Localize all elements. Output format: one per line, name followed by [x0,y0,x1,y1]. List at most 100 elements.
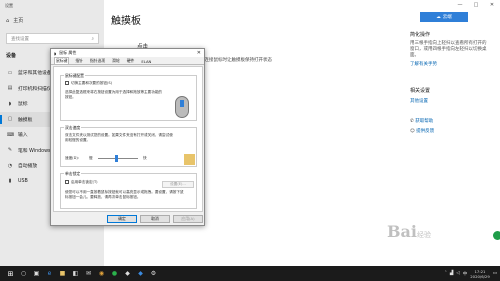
tab-hardware[interactable]: 硬件 [126,58,136,64]
cancel-button[interactable]: 取消 [140,215,170,223]
chevron-up-icon[interactable]: ˄ [445,271,447,276]
click-lock-settings-button[interactable]: 设置(E)... [162,181,194,188]
slow-label: 慢 [89,156,93,160]
search-input[interactable]: 查找设置 ⌕ [6,33,99,44]
slider-thumb[interactable] [114,155,118,162]
search-icon: ⌕ [91,36,94,42]
pen-icon: ✎ [7,147,13,154]
clock-date: 2020/6/29 [470,273,490,279]
tab-pointer-options[interactable]: 指针选项 [89,58,106,64]
app-icon[interactable]: ◆ [121,266,134,281]
tab-pointers[interactable]: 指针 [74,58,84,64]
gestures-link[interactable]: 了解有关手势 [410,61,490,67]
maximize-button[interactable]: □ [468,0,484,10]
explorer-icon[interactable]: ■ [56,266,69,281]
related-settings-title: 相关设置 [410,88,431,94]
sidebar-item-label: 鼠标 [18,102,28,108]
search-placeholder: 查找设置 [11,36,29,42]
edge-icon[interactable]: e [43,266,56,281]
button-config-description: 选择此复选框来将右按钮设置为用于选择和拖放等主要功能的按钮。 [65,90,163,99]
close-button[interactable]: ✕ [484,0,500,10]
related-settings-panel: 相关设置 其他设置 [410,87,430,104]
volume-icon[interactable]: ◁ [456,271,459,276]
touchpad-mouse-option[interactable]: 在连接鼠标时让触摸板保持打开状态 [200,57,272,63]
taskbar: ⊞ ○ ▣ e ■ ◧ ✉ ◉ ● ◆ ◆ ⚙ ˄ ▟ ◁ 中 17:21 20… [0,266,500,281]
app-icon[interactable]: ◆ [134,266,147,281]
quick-actions-panel: 简化操作 用三根手指向上轻扫以查看所有打开的窗口，或用四根手指向左轻扫以切换桌面… [410,31,490,67]
help-panel: ✆ 获取帮助 ☺ 提供反馈 [410,118,434,134]
feedback-label: 提供反馈 [416,129,435,134]
wechat-icon[interactable]: ● [108,266,121,281]
speed-label: 速度(D): [65,156,79,160]
notification-icon[interactable]: ▭ [493,271,497,276]
taskbar-clock[interactable]: 17:21 2020/6/29 [470,269,489,279]
dialog-titlebar: ◗ 鼠标 属性 [51,49,204,57]
task-view-icon[interactable]: ▣ [30,266,43,281]
start-icon[interactable]: ⊞ [4,266,17,281]
window-controls: — □ ✕ [452,0,500,10]
quick-actions-body: 用三根手指向上轻扫以查看所有打开的窗口，或用四根手指向左轻扫以切换桌面。 [410,41,487,58]
mouse-icon: ◗ [8,100,12,107]
language-icon[interactable]: 中 [463,271,468,277]
sidebar-item-label: 触摸板 [18,117,33,123]
bluetooth-icon: ▭ [7,69,13,76]
double-click-group: 双击速度 双击文件夹以测试您的设置。如果文件夹没有打开或关闭，请尝试使用较慢的设… [60,125,197,167]
settings-app-icon[interactable]: ⚙ [147,266,160,281]
click-lock-description: 使您可以不用一直按着鼠标按钮就可以高亮显示或拖拽。要设置，请按下鼠标按钮一会儿。… [65,190,184,199]
fast-label: 快 [143,156,147,160]
sidebar-item-label: 自动播放 [18,164,38,170]
sidebar-item-label: 蓝牙和其他设备 [18,71,52,77]
sidebar-item-label: 打印机和扫描仪 [18,86,52,92]
switch-buttons-checkbox[interactable]: 切换主要和次要的按钮(S) [65,81,112,86]
dialog-buttons: 确定 取消 应用(A) [107,215,203,223]
mouse-illustration [175,96,189,118]
tab-buttons[interactable]: 鼠标键 [54,57,70,64]
chrome-icon[interactable]: ◉ [95,266,108,281]
network-icon[interactable]: ▟ [450,271,453,276]
sidebar-item-label: USB [18,178,28,184]
mouse-properties-dialog: ◗ 鼠标 属性 ✕ 鼠标键 指针 指针选项 滑轮 硬件 ELAN 鼠标键配置 切… [50,48,205,226]
get-help-link[interactable]: ✆ 获取帮助 [410,118,434,124]
test-folder-icon[interactable] [184,154,195,165]
watermark-sub: 经验 [416,231,431,239]
apply-button[interactable]: 应用(A) [173,215,203,223]
dialog-tabs: 鼠标键 指针 指针选项 滑轮 硬件 ELAN [51,57,204,65]
assistant-bubble[interactable] [493,231,500,240]
double-click-label: 双击速度 [64,125,82,131]
page-title: 触摸板 [111,16,141,27]
usb-icon: ▮ [8,178,12,185]
touchpad-icon: ▢ [7,116,13,123]
get-help-label: 获取帮助 [415,119,434,124]
cloud-badge[interactable]: ☁ 云端 [420,12,468,22]
switch-buttons-label: 切换主要和次要的按钮(S) [71,81,113,85]
search-icon[interactable]: ○ [17,266,30,281]
mail-icon[interactable]: ✉ [82,266,95,281]
autoplay-icon: ◔ [7,162,13,169]
click-lock-checkbox[interactable]: 启用单击锁定(T) [65,180,98,185]
system-tray: ˄ ▟ ◁ 中 17:21 2020/6/29 ▭ [445,266,497,281]
double-click-speed-slider[interactable] [98,155,138,162]
quick-actions-title: 简化操作 [410,32,431,38]
tab-wheel[interactable]: 滑轮 [111,58,121,64]
click-lock-checkbox-label: 启用单击锁定(T) [71,180,98,184]
home-icon: ⌂ [6,17,10,24]
home-label: 主页 [13,18,24,24]
other-settings-link[interactable]: 其他设置 [410,98,430,104]
checkbox-icon [65,81,69,85]
click-lock-group: 单击锁定 启用单击锁定(T) 设置(E)... 使您可以不用一直按着鼠标按钮就可… [60,171,197,209]
help-icon: ✆ [410,119,414,124]
feedback-link[interactable]: ☺ 提供反馈 [410,128,434,134]
keyboard-icon: ⌨ [7,131,15,138]
minimize-button[interactable]: — [452,0,468,10]
mouse-icon: ◗ [54,50,57,56]
watermark-text: Bai [387,222,417,241]
sidebar-group-label: 设备 [6,53,17,59]
feedback-icon: ☺ [410,129,415,134]
dialog-close-icon[interactable]: ✕ [197,50,201,56]
home-link[interactable]: ⌂ 主页 [6,17,24,25]
ok-button[interactable]: 确定 [107,215,137,223]
watermark-logo: Bai经验 [387,222,431,241]
store-icon[interactable]: ◧ [69,266,82,281]
tab-elan[interactable]: ELAN [140,59,152,64]
cloud-badge-label: 云端 [442,15,452,20]
